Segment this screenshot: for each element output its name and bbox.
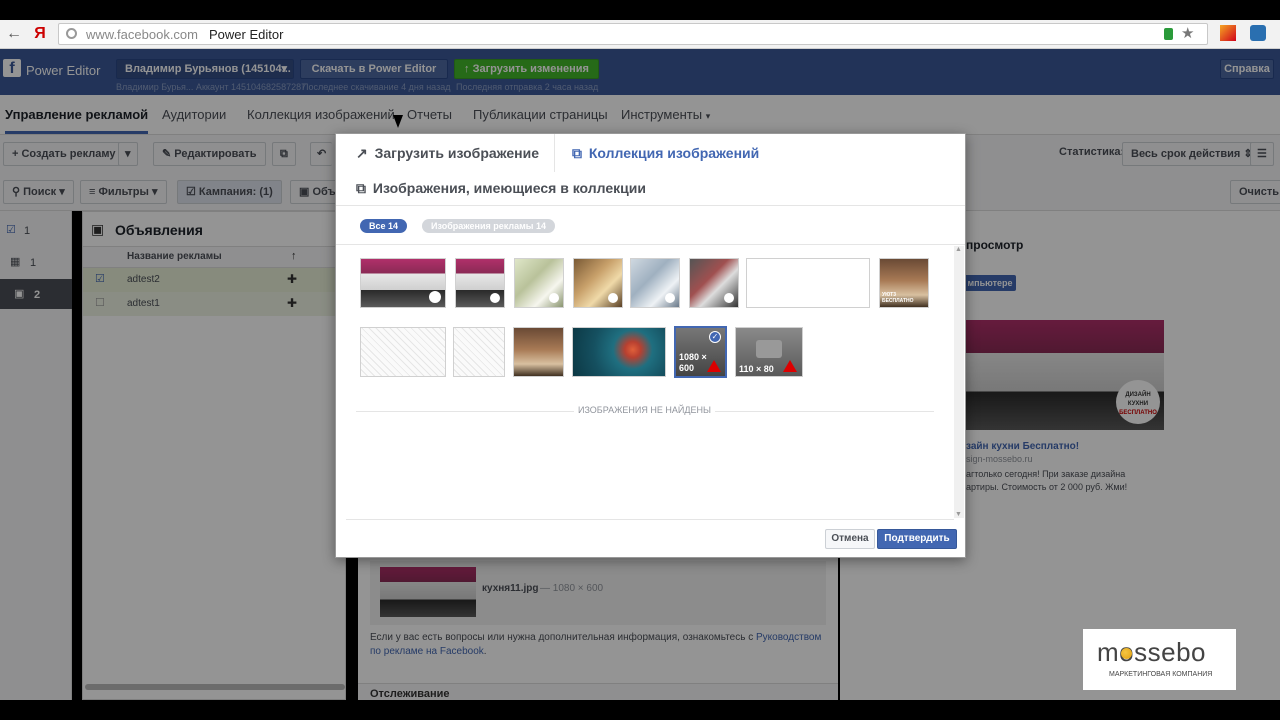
dialog-tab-header: ↗ Загрузить изображение ⧉ Коллекция изоб… (336, 134, 965, 206)
image-thumbnail[interactable] (689, 258, 739, 308)
camera-placeholder-icon (756, 340, 782, 358)
image-thumbnail[interactable]: УЮТ3 БЕСПЛАТНО (879, 258, 929, 308)
address-bar[interactable]: www.facebook.com Power Editor ★ (58, 23, 1208, 45)
image-thumbnail[interactable] (572, 327, 666, 377)
refresh-icon[interactable] (66, 28, 77, 39)
image-picker-dialog: ↗ Загрузить изображение ⧉ Коллекция изоб… (335, 133, 966, 558)
lock-icon (1164, 28, 1173, 40)
extension-layers-icon[interactable] (1250, 25, 1266, 41)
dialog-scrollbar[interactable]: ▲ ▼ (954, 246, 964, 518)
badge-icon (429, 291, 441, 303)
pill-divider (336, 244, 965, 245)
badge-icon (490, 293, 500, 303)
brand-tagline: МАРКЕТИНГОВАЯ КОМПАНИЯ (1109, 671, 1213, 678)
scroll-down-icon[interactable]: ▼ (955, 511, 962, 518)
mossebo-watermark-logo: mossebo МАРКЕТИНГОВАЯ КОМПАНИЯ (1083, 629, 1236, 690)
url-page-title: Power Editor (209, 27, 284, 42)
image-thumbnail[interactable] (630, 258, 680, 308)
cancel-button[interactable]: Отмена (825, 529, 875, 549)
browser-toolbar: ← Я www.facebook.com Power Editor ★ (0, 20, 1280, 49)
image-thumbnail[interactable] (514, 258, 564, 308)
letterbox-top (0, 0, 1280, 20)
scroll-up-icon[interactable]: ▲ (955, 246, 962, 253)
tab-divider (554, 134, 555, 172)
image-thumbnail[interactable] (573, 258, 623, 308)
badge-icon (549, 293, 559, 303)
image-thumbnail[interactable] (513, 327, 564, 377)
image-thumbnail-small[interactable]: 110 × 80 (735, 327, 803, 377)
filter-pill-all[interactable]: Все 14 (360, 219, 408, 233)
image-dims: 1080 × 600 (679, 352, 707, 373)
upload-image-tab[interactable]: ↗ Загрузить изображение (356, 145, 539, 162)
yandex-icon[interactable]: Я (30, 24, 50, 44)
image-thumbnail-sketch[interactable] (453, 327, 505, 377)
badge-icon (608, 293, 618, 303)
no-images-found: ИЗОБРАЖЕНИЯ НЕ НАЙДЕНЫ (574, 405, 715, 415)
image-thumbnail-blank[interactable] (746, 258, 870, 308)
existing-images-tab[interactable]: ⧉ Изображения, имеющиеся в коллекции (356, 180, 646, 197)
warning-icon (783, 360, 797, 372)
stack-icon: ⧉ (356, 180, 366, 196)
gallery-icon: ⧉ (572, 145, 582, 161)
confirm-button[interactable]: Подтвердить (877, 529, 957, 549)
extension-pencil-icon[interactable] (1220, 25, 1236, 41)
image-thumbnail[interactable] (455, 258, 505, 308)
filter-pill-ad-images[interactable]: Изображения рекламы 14 (422, 219, 555, 233)
star-icon[interactable]: ★ (1181, 24, 1194, 42)
badge-icon (724, 293, 734, 303)
badge-icon (665, 293, 675, 303)
brand-name: mossebo (1097, 637, 1206, 667)
share-icon: ↗ (356, 145, 368, 161)
footer-divider (346, 519, 954, 520)
thumb-caption: УЮТ3 БЕСПЛАТНО (882, 292, 914, 304)
back-arrow-icon[interactable]: ← (4, 24, 24, 44)
warning-icon (707, 360, 721, 372)
brand-dot-icon (1121, 648, 1132, 659)
image-thumbnail[interactable] (360, 258, 446, 308)
checkmark-icon: ✓ (709, 331, 721, 343)
url-host: www.facebook.com (86, 27, 198, 42)
image-library-tab[interactable]: ⧉ Коллекция изображений (572, 145, 759, 162)
image-thumbnail-selected[interactable]: ✓ 1080 × 600 (674, 326, 727, 378)
image-thumbnail-sketch[interactable] (360, 327, 446, 377)
letterbox-bottom (0, 700, 1280, 720)
image-dims: 110 × 80 (739, 364, 774, 374)
